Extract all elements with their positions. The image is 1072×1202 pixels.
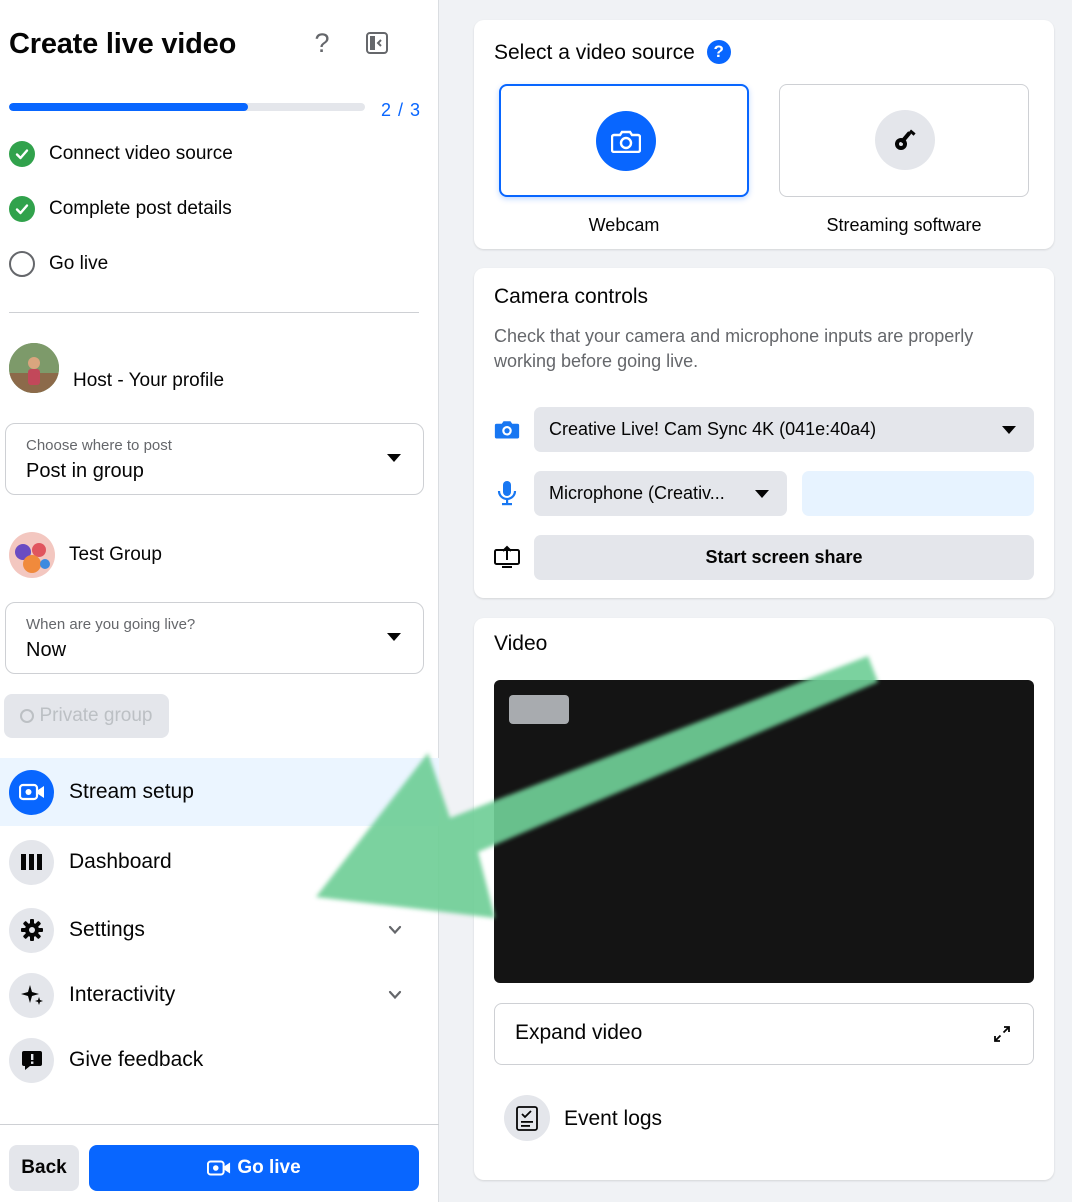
help-circle-icon[interactable]: ? bbox=[706, 40, 731, 64]
privacy-chip: Private group bbox=[4, 694, 169, 738]
go-live-time-select[interactable]: When are you going live? Now bbox=[5, 602, 424, 674]
video-camera-icon bbox=[9, 769, 54, 815]
empty-circle-icon bbox=[9, 251, 35, 277]
camera-controls-description: Check that your camera and microphone in… bbox=[494, 326, 974, 371]
collapse-panel-icon[interactable] bbox=[360, 26, 394, 60]
host-avatar bbox=[9, 343, 59, 393]
nav-label: Settings bbox=[69, 918, 145, 941]
nav-settings[interactable]: Settings bbox=[0, 896, 439, 964]
nav-dashboard[interactable]: Dashboard bbox=[0, 828, 439, 896]
card-title: Video bbox=[494, 632, 548, 655]
chevron-down-icon[interactable] bbox=[388, 923, 402, 937]
camera-controls-card: Camera controls Check that your camera a… bbox=[474, 268, 1054, 598]
video-card: Video Expand video Event logs bbox=[474, 618, 1054, 1180]
select-caption: When are you going live? bbox=[26, 616, 196, 633]
page-title: Create live video bbox=[9, 28, 237, 60]
preview-status-chip bbox=[509, 695, 569, 724]
screen-share-icon bbox=[493, 543, 521, 571]
feedback-icon bbox=[9, 1037, 54, 1083]
help-icon[interactable]: ? bbox=[305, 26, 339, 60]
nav-label: Give feedback bbox=[69, 1048, 204, 1071]
group-avatar bbox=[9, 532, 55, 578]
progress-bar bbox=[9, 103, 365, 111]
microphone-icon bbox=[493, 479, 521, 507]
start-screen-share-button[interactable]: Start screen share bbox=[534, 535, 1034, 580]
globe-icon bbox=[20, 709, 35, 723]
video-source-title: Select a video source bbox=[494, 41, 695, 64]
post-target-select[interactable]: Choose where to post Post in group bbox=[5, 423, 424, 495]
check-circle-icon bbox=[9, 196, 35, 222]
step-label: Go live bbox=[49, 253, 109, 274]
progress-bar-fill bbox=[9, 103, 248, 111]
step-label: Connect video source bbox=[49, 143, 233, 164]
caret-down-icon bbox=[755, 490, 769, 498]
select-value: Now bbox=[26, 639, 67, 661]
streaming-software-source-tile[interactable] bbox=[779, 84, 1029, 197]
select-value: Post in group bbox=[26, 460, 144, 482]
nav-label: Interactivity bbox=[69, 983, 176, 1006]
webcam-source-tile[interactable] bbox=[499, 84, 749, 197]
expand-video-button[interactable]: Expand video bbox=[494, 1003, 1034, 1065]
privacy-label: Private group bbox=[39, 705, 153, 726]
video-preview bbox=[494, 680, 1034, 983]
nav-stream-setup[interactable]: Stream setup bbox=[0, 758, 439, 826]
left-sidebar: Create live video ? 2 / 3 Connect video … bbox=[0, 0, 439, 1202]
progress-count: 2 / 3 bbox=[381, 100, 422, 120]
nav-give-feedback[interactable]: Give feedback bbox=[0, 1026, 439, 1094]
gear-icon bbox=[9, 907, 54, 953]
caret-down-icon bbox=[1002, 426, 1016, 434]
nav-label: Stream setup bbox=[69, 780, 194, 803]
camera-select[interactable]: Creative Live! Cam Sync 4K (041e:40a4) bbox=[534, 407, 1034, 452]
go-live-button[interactable]: Go live bbox=[89, 1145, 419, 1191]
chevron-down-icon[interactable] bbox=[388, 988, 402, 1002]
expand-video-label: Expand video bbox=[515, 1021, 643, 1044]
select-caption: Choose where to post bbox=[26, 437, 172, 454]
step-label: Complete post details bbox=[49, 198, 232, 219]
expand-icon bbox=[994, 1026, 1010, 1042]
event-logs-icon[interactable] bbox=[504, 1095, 550, 1141]
camera-icon bbox=[493, 415, 521, 443]
microphone-select[interactable]: Microphone (Creativ... bbox=[534, 471, 787, 516]
divider bbox=[0, 1124, 439, 1125]
divider bbox=[9, 312, 419, 313]
group-name: Test Group bbox=[69, 544, 162, 565]
microphone-select-value: Microphone (Creativ... bbox=[549, 483, 725, 503]
nav-label: Dashboard bbox=[69, 850, 172, 873]
video-camera-icon bbox=[207, 1160, 231, 1176]
card-title: Select a video source ? bbox=[494, 40, 731, 65]
check-circle-icon bbox=[9, 141, 35, 167]
dashboard-columns-icon bbox=[9, 839, 54, 885]
card-title: Camera controls bbox=[494, 285, 649, 308]
step-connect-source: Connect video source bbox=[9, 141, 233, 167]
sparkle-icon bbox=[9, 972, 54, 1018]
nav-interactivity[interactable]: Interactivity bbox=[0, 961, 439, 1029]
webcam-label: Webcam bbox=[588, 215, 660, 235]
caret-down-icon bbox=[387, 633, 401, 641]
event-logs-label[interactable]: Event logs bbox=[564, 1107, 662, 1131]
step-post-details: Complete post details bbox=[9, 196, 232, 222]
video-source-card: Select a video source ? Webcam Streaming… bbox=[474, 20, 1054, 249]
caret-down-icon bbox=[387, 454, 401, 462]
streaming-software-label: Streaming software bbox=[826, 215, 982, 235]
microphone-level-meter bbox=[802, 471, 1034, 516]
camera-icon bbox=[596, 111, 656, 171]
camera-select-value: Creative Live! Cam Sync 4K (041e:40a4) bbox=[549, 419, 877, 439]
host-label: Host - Your profile bbox=[73, 370, 225, 391]
step-go-live: Go live bbox=[9, 251, 108, 277]
go-live-label: Go live bbox=[237, 1157, 301, 1178]
back-button[interactable]: Back bbox=[9, 1145, 79, 1191]
key-icon bbox=[875, 110, 935, 170]
